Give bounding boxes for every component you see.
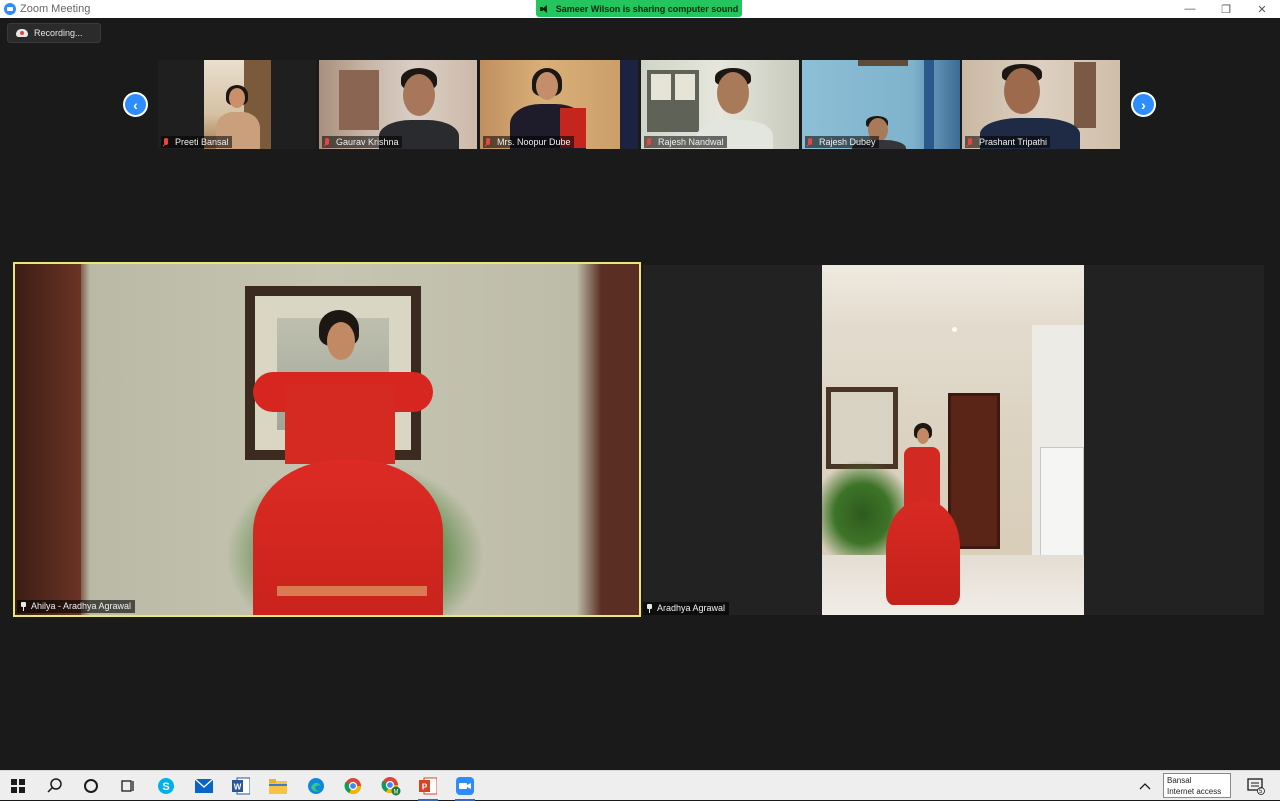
active-speaker-tile[interactable]: Ahilya - Aradhya Agrawal	[13, 262, 641, 617]
task-view-icon[interactable]	[116, 775, 140, 797]
sharing-sound-banner[interactable]: Sameer Wilson is sharing computer sound	[536, 0, 742, 17]
svg-text:P: P	[422, 783, 428, 792]
previous-page-button[interactable]: ‹	[123, 92, 148, 117]
sharing-sound-text: Sameer Wilson is sharing computer sound	[555, 3, 739, 14]
pin-icon	[20, 602, 27, 611]
recording-indicator[interactable]: Recording...	[7, 23, 101, 43]
chevron-right-icon: ›	[1141, 96, 1146, 113]
cloud-recording-icon	[16, 29, 28, 37]
file-explorer-icon[interactable]	[266, 775, 290, 797]
participant-tile-noopur-dube[interactable]: Mrs. Noopur Dube	[480, 60, 638, 149]
participant-tile-prashant-tripathi[interactable]: Prashant Tripathi	[962, 60, 1120, 149]
close-button[interactable]: ✕	[1244, 0, 1280, 18]
participant-tile-preeti-bansal[interactable]: Preeti Bansal	[158, 60, 316, 149]
windows-taskbar: S W M P 5	[0, 770, 1280, 801]
restore-button[interactable]: ❐	[1208, 0, 1244, 18]
tile-name-label: Ahilya - Aradhya Agrawal	[17, 600, 136, 613]
tooltip-network-name: Bansal	[1167, 776, 1192, 785]
participant-tile-gaurav-krishna[interactable]: Gaurav Krishna	[319, 60, 477, 149]
network-tooltip: Bansal Internet access	[1163, 773, 1231, 798]
pinned-video-tile[interactable]: Aradhya Agrawal	[643, 265, 1264, 615]
tooltip-network-status: Internet access	[1167, 787, 1222, 796]
participant-name: Prashant Tripathi	[965, 136, 1051, 148]
recording-label: Recording...	[34, 28, 83, 38]
cortana-icon[interactable]	[79, 775, 103, 797]
powerpoint-icon[interactable]: P	[416, 775, 440, 801]
participant-name: Gaurav Krishna	[322, 136, 402, 148]
chrome-icon[interactable]	[341, 775, 365, 797]
speaker-icon	[539, 4, 550, 14]
search-icon[interactable]	[43, 775, 67, 797]
participant-name: Aradhya Agrawal	[657, 603, 726, 613]
participant-tile-rajesh-dubey[interactable]: Rajesh Dubey	[802, 60, 960, 149]
zoom-taskbar-icon[interactable]	[453, 775, 477, 801]
pin-icon	[646, 604, 653, 613]
mail-icon[interactable]	[192, 775, 216, 797]
tile-name-label: Aradhya Agrawal	[643, 602, 730, 615]
window-title: Zoom Meeting	[20, 3, 91, 15]
chrome-profile-icon[interactable]: M	[379, 775, 403, 797]
skype-icon[interactable]: S	[154, 775, 178, 797]
svg-text:M: M	[394, 790, 399, 796]
edge-icon[interactable]	[304, 775, 328, 797]
svg-text:S: S	[162, 781, 169, 793]
participant-name: Mrs. Noopur Dube	[483, 136, 574, 148]
participant-name: Rajesh Dubey	[805, 136, 879, 148]
windows-start-icon[interactable]	[6, 775, 30, 797]
participant-name: Ahilya - Aradhya Agrawal	[31, 601, 132, 611]
chevron-left-icon: ‹	[133, 96, 138, 113]
minimize-button[interactable]: —	[1172, 0, 1208, 18]
video-feed	[15, 264, 639, 615]
video-feed	[822, 265, 1084, 615]
next-page-button[interactable]: ›	[1131, 92, 1156, 117]
show-hidden-icons-chevron-up-icon[interactable]	[1133, 775, 1157, 797]
window-controls: — ❐ ✕	[1172, 0, 1280, 18]
svg-text:W: W	[234, 783, 242, 792]
word-icon[interactable]: W	[229, 775, 253, 797]
participant-name: Preeti Bansal	[161, 136, 232, 148]
zoom-app-icon	[4, 3, 16, 15]
participant-name: Rajesh Nandwal	[644, 136, 727, 148]
participant-tile-rajesh-nandwal[interactable]: Rajesh Nandwal	[641, 60, 799, 149]
notification-count: 5	[1259, 789, 1263, 795]
action-center-notification-icon[interactable]: 5	[1244, 775, 1268, 797]
